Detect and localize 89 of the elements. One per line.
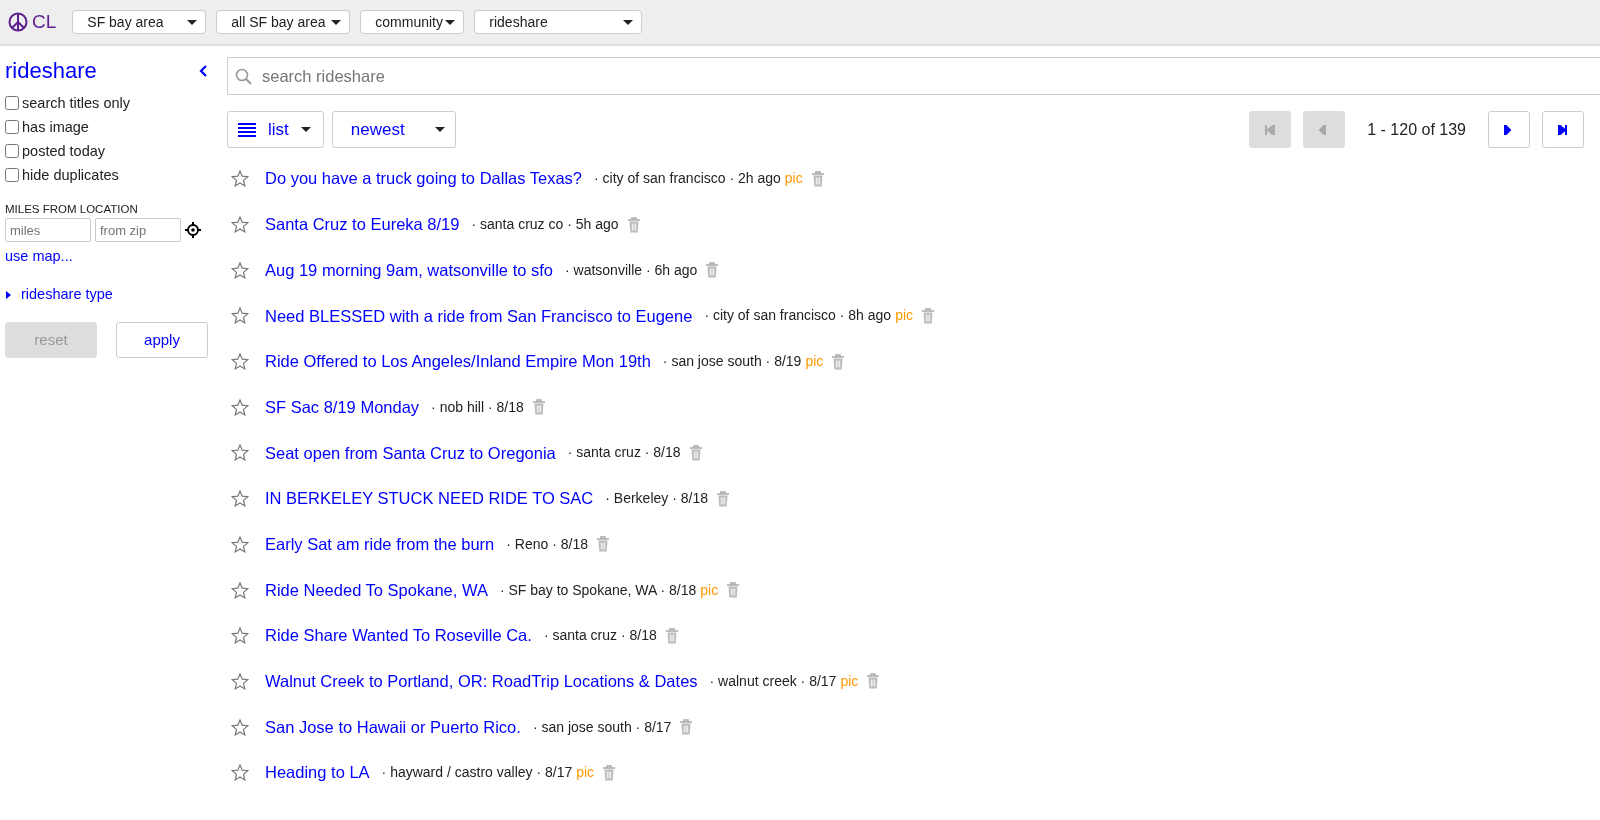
pager-arrow-icon [1265,124,1276,135]
posting-title-link[interactable]: Do you have a truck going to Dallas Texas? [265,166,583,192]
favorite-star-icon[interactable] [231,490,249,508]
posting-meta: · santa cruz co · 5h ago [471,215,619,235]
posting-meta: · walnut creek · 8/17 [709,671,837,691]
picture-tag: pic [895,305,914,327]
filter-label: search titles only [22,95,130,111]
posting-meta: · san jose south · 8/19 [662,352,802,372]
filter-checkbox[interactable] [5,144,19,158]
caret-icon [331,19,342,25]
dropdown-select[interactable]: rideshare [474,10,643,34]
posting-title-link[interactable]: Seat open from Santa Cruz to Oregonia [265,440,556,466]
category-title: rideshare [5,57,97,85]
favorite-star-icon[interactable] [231,672,249,690]
posting-title-link[interactable]: Ride Share Wanted To Roseville Ca. [265,623,532,649]
posting-meta: · SF bay to Spokane, WA · 8/18 [499,580,697,600]
search-icon [235,68,252,85]
picture-tag: pic [840,670,859,692]
picture-tag: pic [700,579,719,601]
crosshair-icon[interactable] [185,222,201,239]
favorite-star-icon[interactable] [231,216,249,234]
caret-icon [445,19,456,25]
posting-title-link[interactable]: Heading to LA [265,760,370,786]
list-icon [238,122,256,137]
sort-dropdown[interactable]: newest [331,111,456,148]
filter-label: posted today [22,143,106,159]
rideshare-type-toggle[interactable]: rideshare type [5,284,208,306]
posting-meta: · watsonville · 6h ago [565,260,698,280]
filter-checkbox[interactable] [5,168,19,182]
posting-title-link[interactable]: Walnut Creek to Portland, OR: RoadTrip Locations & Dates [265,669,698,694]
miles-field[interactable]: miles [5,218,91,243]
posting-meta: · hayward / castro valley · 8/17 [381,763,573,783]
posting-meta: · city of san francisco · 8h ago [704,306,892,326]
pager-arrow-icon [1504,124,1514,135]
picture-tag: pic [784,168,803,190]
picture-tag: pic [576,762,595,784]
picture-tag: pic [805,351,824,373]
pager-arrow-icon [1558,124,1568,135]
caret-icon [623,19,634,25]
posting-title-link[interactable]: IN BERKELEY STUCK NEED RIDE TO SAC [265,486,594,512]
posting-title-link[interactable]: Ride Offered to Los Angeles/Inland Empire Mon 19th [265,349,651,374]
view-dropdown[interactable]: list [227,111,324,148]
favorite-star-icon[interactable] [231,261,249,279]
dropdown-select[interactable]: all SF bay area [216,10,351,34]
posting-title-link[interactable]: Need BLESSED with a ride from San Francisco to Eugene [265,303,693,329]
favorite-star-icon[interactable] [231,718,249,736]
logo-text[interactable]: CL [32,7,57,37]
use-map-link[interactable]: use map... [5,246,73,268]
peace-sign-icon [8,12,28,32]
result-count: 1 - 120 of 139 [1367,119,1466,140]
posting-meta: · city of san francisco · 2h ago [594,169,781,189]
caret-icon [187,19,198,25]
posting-meta: · santa cruz · 8/18 [567,443,681,463]
filter-checkbox[interactable] [5,120,19,134]
last-page-button[interactable] [1542,111,1584,148]
favorite-star-icon[interactable] [231,398,249,416]
posting-title-link[interactable]: SF Sac 8/19 Monday [265,394,420,420]
posting-meta: · nob hill · 8/18 [431,397,524,417]
filter-label: has image [22,119,89,135]
posting-meta: · Reno · 8/18 [506,534,588,554]
triangle-icon [5,291,13,300]
favorite-star-icon[interactable] [231,535,249,553]
favorite-star-icon[interactable] [231,581,249,599]
posting-meta: · Berkeley · 8/18 [605,489,708,509]
caret-icon [300,127,311,132]
favorite-star-icon[interactable] [231,170,249,188]
posting-meta: · santa cruz · 8/18 [543,626,657,646]
posting-title-link[interactable]: San Jose to Hawaii or Puerto Rico. [265,714,521,740]
posting-title-link[interactable]: Ride Needed To Spokane, WA [265,577,488,603]
posting-title-link[interactable]: Aug 19 morning 9am, watsonville to sfo [265,257,553,283]
dropdown-select[interactable]: SF bay area [72,10,207,34]
search-field[interactable]: search rideshare [227,57,1600,95]
filter-button[interactable]: apply [116,322,208,358]
favorite-star-icon[interactable] [231,764,249,782]
posting-meta: · san jose south · 8/17 [532,717,672,737]
filter-label: hide duplicates [22,167,119,183]
posting-title-link[interactable]: Early Sat am ride from the burn [265,531,495,557]
favorite-star-icon[interactable] [231,627,249,645]
favorite-star-icon[interactable] [231,307,249,325]
favorite-star-icon[interactable] [231,353,249,371]
next-page-button[interactable] [1488,111,1530,148]
filter-checkbox[interactable] [5,96,19,110]
section-heading: MILES FROM LOCATION [5,202,139,217]
caret-icon [434,127,445,132]
posting-title-link[interactable]: Santa Cruz to Eureka 8/19 [265,212,460,237]
dropdown-select[interactable]: community [360,10,465,34]
zip-field[interactable]: from zip [95,218,181,243]
favorite-star-icon[interactable] [231,444,249,462]
collapse-chevron-icon[interactable] [199,64,208,77]
